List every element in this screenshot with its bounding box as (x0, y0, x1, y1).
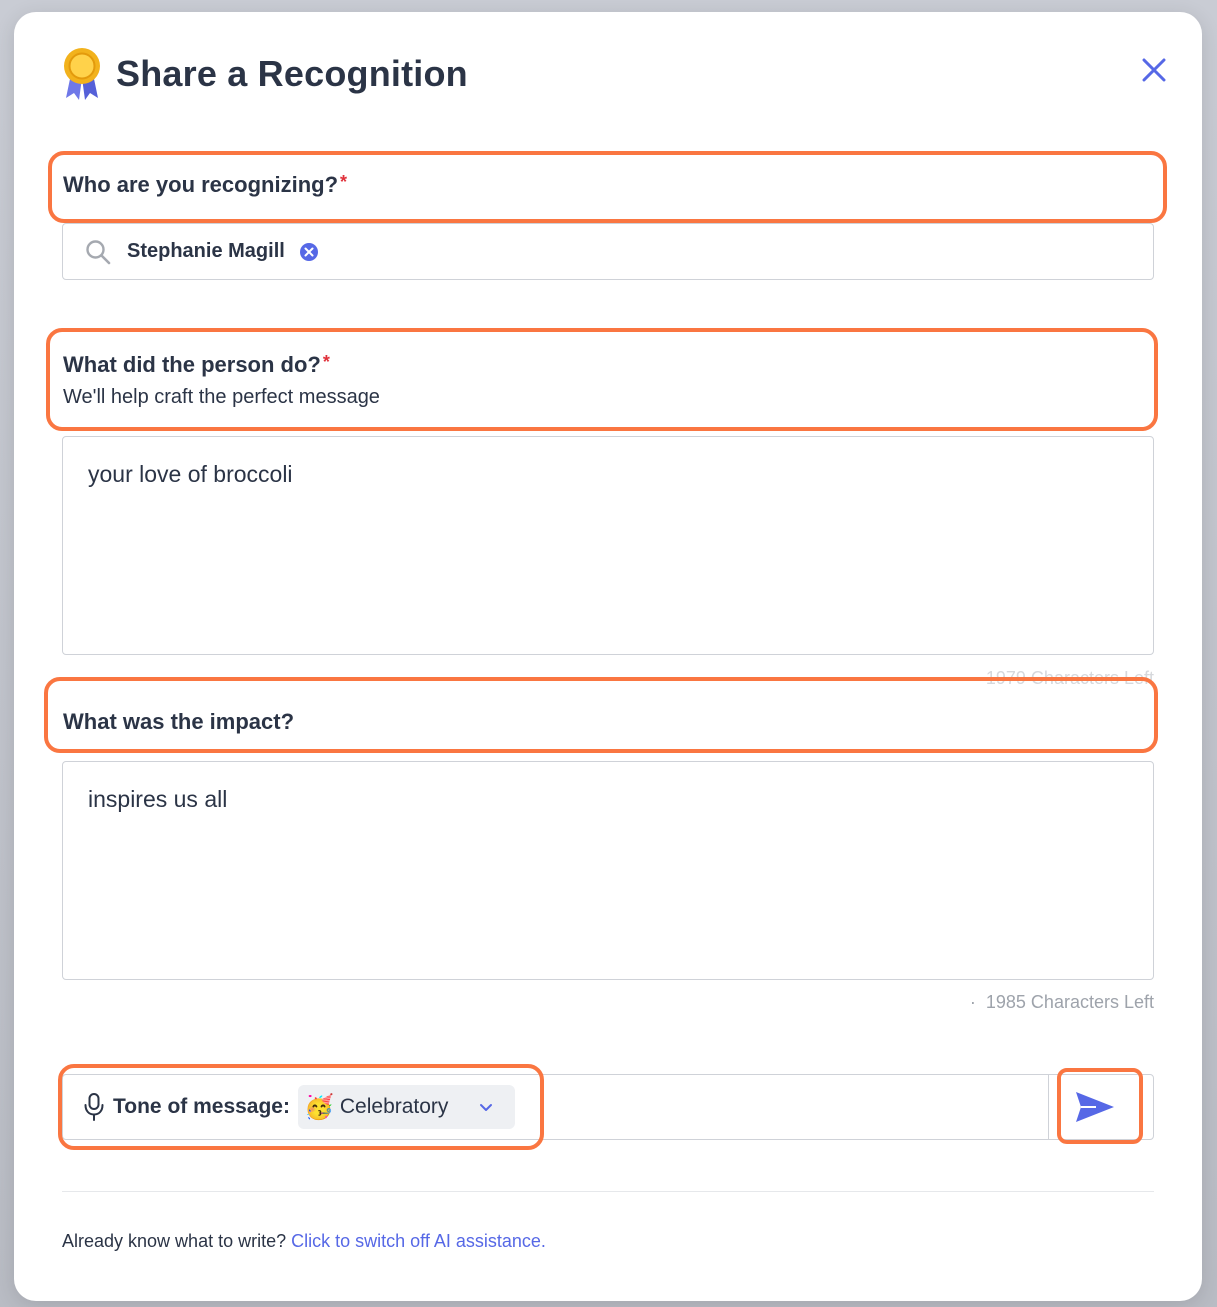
footer-prompt: Already know what to write? (62, 1231, 287, 1251)
footer-divider (62, 1191, 1154, 1192)
action-label-highlight (46, 328, 1158, 431)
close-icon[interactable] (1140, 56, 1168, 84)
modal-title: Share a Recognition (116, 53, 468, 94)
recipient-search-field[interactable]: Stephanie Magill (62, 223, 1154, 280)
action-label: What did the person do? * (63, 352, 330, 378)
recipient-label: Who are you recognizing? * (63, 172, 347, 198)
action-subtext: We'll help craft the perfect message (63, 386, 380, 408)
action-character-counter: 1979 Characters Left (985, 668, 1154, 688)
remove-recipient-icon[interactable] (299, 242, 319, 262)
recognition-modal: Share a Recognition Who are you recogniz… (14, 12, 1202, 1301)
tone-label: Tone of message: (113, 1095, 290, 1118)
impact-counter-text: 1985 Characters Left (985, 992, 1154, 1012)
tone-select[interactable]: 🥳 Celebratory (297, 1085, 515, 1129)
send-icon (1076, 1092, 1114, 1122)
action-textarea[interactable]: your love of broccoli (62, 436, 1154, 655)
send-button[interactable] (1048, 1074, 1155, 1140)
chevron-down-icon (479, 1104, 492, 1111)
impact-character-counter: · 1985 Characters Left (970, 992, 1154, 1013)
modal-header: Share a Recognition (62, 46, 468, 102)
tone-bar: Tone of message: 🥳 Celebratory (62, 1074, 1154, 1140)
impact-textarea[interactable]: inspires us all (62, 761, 1154, 980)
required-mark: * (322, 352, 330, 372)
selected-recipient-name: Stephanie Magill (127, 240, 285, 262)
microphone-icon[interactable] (83, 1092, 105, 1122)
party-face-icon: 🥳 (303, 1093, 334, 1121)
impact-label: What was the impact? (63, 709, 295, 734)
footer-text: Already know what to write? Click to swi… (62, 1231, 546, 1252)
tone-selected-value: Celebratory (339, 1095, 449, 1118)
search-icon (86, 239, 111, 264)
recipient-label-text: Who are you recognizing? (63, 172, 339, 197)
counter-bullet: · (969, 992, 976, 1012)
switch-off-ai-link[interactable]: Click to switch off AI assistance. (291, 1231, 546, 1251)
award-ribbon-icon (64, 48, 100, 100)
required-mark: * (340, 172, 348, 192)
action-label-text: What did the person do? (63, 352, 321, 377)
